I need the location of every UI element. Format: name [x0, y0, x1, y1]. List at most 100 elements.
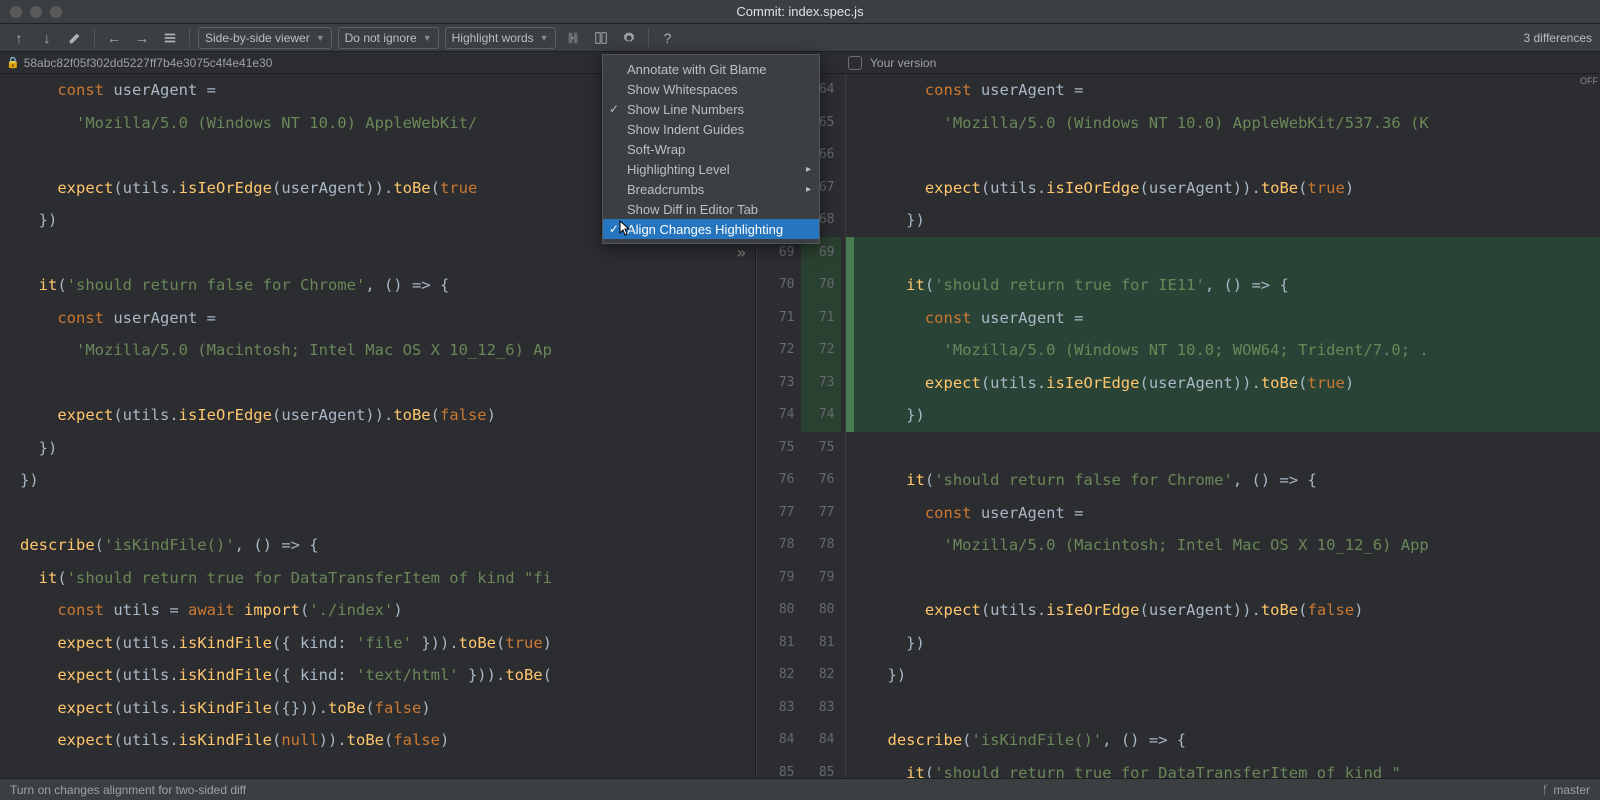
gutter-row: 7272	[757, 334, 845, 367]
viewer-mode-label: Side-by-side viewer	[205, 31, 310, 45]
code-line[interactable]: const utils = await import('./index')	[0, 594, 755, 627]
code-line[interactable]: const userAgent =	[846, 497, 1600, 530]
gutter-row: 7575	[757, 432, 845, 465]
code-line[interactable]: })	[846, 627, 1600, 660]
branch-name[interactable]: master	[1553, 783, 1590, 797]
code-line[interactable]: it('should return true for IE11', () => …	[846, 269, 1600, 302]
menu-item-label: Highlighting Level	[627, 162, 730, 177]
code-line[interactable]: expect(utils.isIeOrEdge(userAgent)).toBe…	[846, 367, 1600, 400]
right-pane[interactable]: const userAgent = 'Mozilla/5.0 (Windows …	[846, 74, 1600, 778]
menu-item[interactable]: Highlighting Level▸	[603, 159, 819, 179]
menu-item[interactable]: Show Indent Guides	[603, 119, 819, 139]
window-controls	[0, 6, 62, 18]
code-line[interactable]: const userAgent =	[846, 74, 1600, 107]
menu-item[interactable]: Breadcrumbs▸	[603, 179, 819, 199]
code-line[interactable]: const userAgent =	[0, 302, 755, 335]
next-diff-button[interactable]: ↓	[36, 27, 58, 49]
code-line[interactable]: it('should return true for DataTransferI…	[0, 562, 755, 595]
code-line[interactable]	[846, 139, 1600, 172]
menu-item[interactable]: ✓Align Changes Highlighting	[603, 219, 819, 239]
code-line[interactable]: })	[846, 659, 1600, 692]
list-icon[interactable]	[159, 27, 181, 49]
highlight-mode-dropdown[interactable]: Highlight words ▼	[445, 27, 556, 49]
line-number-right: 81	[801, 627, 841, 660]
code-line[interactable]: expect(utils.isKindFile({ kind: 'text/ht…	[0, 659, 755, 692]
code-line[interactable]: 'Mozilla/5.0 (Windows NT 10.0) AppleWebK…	[846, 107, 1600, 140]
sync-scroll-icon[interactable]	[590, 27, 612, 49]
code-line[interactable]: 'Mozilla/5.0 (Macintosh; Intel Mac OS X …	[0, 334, 755, 367]
menu-item[interactable]: ✓Show Line Numbers	[603, 99, 819, 119]
gutter-row: 8585	[757, 757, 845, 779]
menu-item[interactable]: Show Diff in Editor Tab	[603, 199, 819, 219]
code-line[interactable]: 'Mozilla/5.0 (Macintosh; Intel Mac OS X …	[846, 529, 1600, 562]
gutter-row: 8282	[757, 659, 845, 692]
code-line[interactable]: })	[846, 399, 1600, 432]
menu-item[interactable]: Soft-Wrap	[603, 139, 819, 159]
menu-item[interactable]: Show Whitespaces	[603, 79, 819, 99]
code-line[interactable]: describe('isKindFile()', () => {	[0, 529, 755, 562]
code-line[interactable]: const userAgent =	[846, 302, 1600, 335]
code-line[interactable]: expect(utils.isIeOrEdge(userAgent)).toBe…	[846, 594, 1600, 627]
gutter-row: 7878	[757, 529, 845, 562]
line-number-left: 73	[761, 367, 801, 400]
line-number-left: 71	[761, 302, 801, 335]
revision-checkbox[interactable]	[848, 56, 862, 70]
gear-icon[interactable]	[618, 27, 640, 49]
code-line[interactable]	[846, 432, 1600, 465]
code-line[interactable]: })	[0, 432, 755, 465]
ignore-mode-dropdown[interactable]: Do not ignore ▼	[338, 27, 439, 49]
code-line[interactable]: describe('isKindFile()', () => {	[846, 724, 1600, 757]
code-line[interactable]: 'Mozilla/5.0 (Windows NT 10.0; WOW64; Tr…	[846, 334, 1600, 367]
back-icon[interactable]: ←	[103, 27, 125, 49]
diff-toolbar: ↑ ↓ ← → Side-by-side viewer ▼ Do not ign…	[0, 24, 1600, 52]
line-number-right: 82	[801, 659, 841, 692]
code-line[interactable]: it('should return false for Chrome', () …	[846, 464, 1600, 497]
separator	[189, 29, 190, 47]
line-number-right: 72	[801, 334, 841, 367]
code-line[interactable]	[0, 367, 755, 400]
line-number-right: 76	[801, 464, 841, 497]
code-line[interactable]: expect(utils.isKindFile({ kind: 'file' }…	[0, 627, 755, 660]
code-line[interactable]: expect(utils.isIeOrEdge(userAgent)).toBe…	[0, 399, 755, 432]
code-line[interactable]	[846, 237, 1600, 270]
minimize-window-icon[interactable]	[30, 6, 42, 18]
statusbar-hint: Turn on changes alignment for two-sided …	[10, 783, 246, 797]
code-line[interactable]	[846, 562, 1600, 595]
maximize-window-icon[interactable]	[50, 6, 62, 18]
check-icon: ✓	[609, 102, 619, 116]
gutter-row: 8383	[757, 692, 845, 725]
viewer-mode-dropdown[interactable]: Side-by-side viewer ▼	[198, 27, 332, 49]
close-window-icon[interactable]	[10, 6, 22, 18]
help-icon[interactable]: ?	[657, 27, 679, 49]
menu-item-label: Show Whitespaces	[627, 82, 738, 97]
code-line[interactable]: })	[0, 464, 755, 497]
code-line[interactable]: it('should return true for DataTransferI…	[846, 757, 1600, 779]
line-number-left: 72	[761, 334, 801, 367]
gutter-row: 7979	[757, 562, 845, 595]
lock-icon: 🔒	[6, 56, 20, 69]
menu-item[interactable]: Annotate with Git Blame	[603, 59, 819, 79]
collapse-unchanged-icon[interactable]	[562, 27, 584, 49]
line-number-left: 74	[761, 399, 801, 432]
code-line[interactable]: expect(utils.isKindFile(null)).toBe(fals…	[0, 724, 755, 757]
line-number-right: 75	[801, 432, 841, 465]
gear-context-menu: Annotate with Git Blame Show Whitespaces ✓…	[602, 54, 820, 244]
edit-icon[interactable]	[64, 27, 86, 49]
line-number-right: 70	[801, 269, 841, 302]
highlight-mode-label: Highlight words	[452, 31, 534, 45]
code-line[interactable]: expect(utils.isIeOrEdge(userAgent)).toBe…	[846, 172, 1600, 205]
code-line[interactable]: expect(utils.isKindFile({})).toBe(false)	[0, 692, 755, 725]
chevron-right-icon: ▸	[806, 184, 811, 195]
line-number-right: 83	[801, 692, 841, 725]
gutter-row: 7070	[757, 269, 845, 302]
code-line[interactable]	[0, 497, 755, 530]
forward-icon[interactable]: →	[131, 27, 153, 49]
prev-diff-button[interactable]: ↑	[8, 27, 30, 49]
menu-item-label: Show Indent Guides	[627, 122, 744, 137]
chevron-down-icon: ▼	[423, 33, 432, 43]
window-title: Commit: index.spec.js	[736, 4, 863, 19]
gutter-row: 7474	[757, 399, 845, 432]
code-line[interactable]	[846, 692, 1600, 725]
code-line[interactable]: it('should return false for Chrome', () …	[0, 269, 755, 302]
code-line[interactable]: })	[846, 204, 1600, 237]
